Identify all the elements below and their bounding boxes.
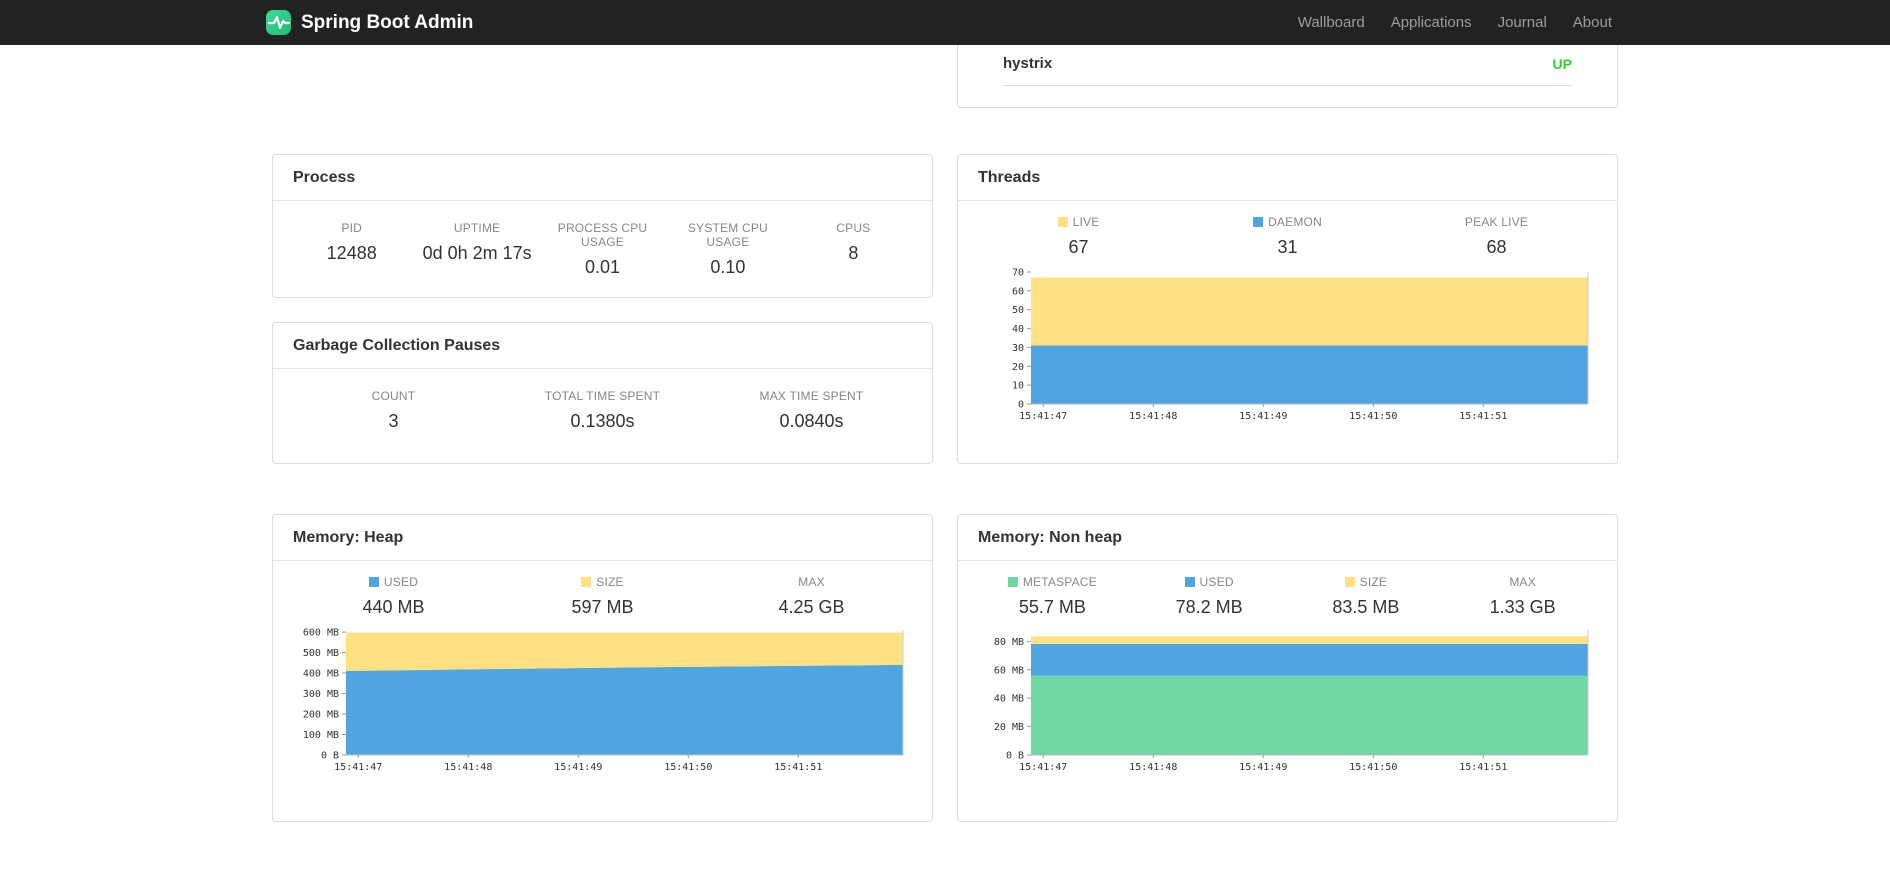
nav-item-wallboard[interactable]: Wallboard (1285, 14, 1378, 31)
metric-cpus: CPUS 8 (836, 221, 871, 263)
svg-text:15:41:51: 15:41:51 (1459, 411, 1507, 422)
legend-nonheap-size: SIZE 83.5 MB (1332, 575, 1400, 617)
gc-card-title: Garbage Collection Pauses (273, 323, 932, 369)
size-series-color-icon (1344, 577, 1355, 587)
main-content: Process PID 12488 UPTIME 0d 0h 2m 17s PR… (272, 45, 1618, 822)
svg-text:300 MB: 300 MB (303, 689, 339, 700)
nonheap-memory-chart: 0 B 20 MB 40 MB 60 MB 80 MB 15:41:47 15:41:48 1… (974, 624, 1601, 775)
legend-heap-used: USED 440 MB (362, 575, 425, 617)
legend-daemon: DAEMON 31 (1183, 215, 1392, 258)
used-series-color-icon (368, 577, 379, 587)
svg-text:50: 50 (1012, 305, 1024, 316)
svg-text:30: 30 (1012, 343, 1024, 354)
legend-heap-max: MAX 4.25 GB (778, 575, 845, 617)
memory-nonheap-card: Memory: Non heap METASPACE 55.7 MB USED … (957, 514, 1618, 822)
application-status-card: hystrix UP (957, 45, 1618, 108)
svg-text:500 MB: 500 MB (303, 648, 339, 659)
svg-text:15:41:49: 15:41:49 (1239, 762, 1287, 773)
threads-card: Threads LIVE 67 DAEMON 31 PEAK LIVE 68 0… (957, 154, 1618, 464)
svg-text:15:41:50: 15:41:50 (1349, 411, 1397, 422)
nav-item-about[interactable]: About (1560, 14, 1625, 31)
svg-text:60: 60 (1012, 286, 1024, 297)
metric-process-cpu: PROCESS CPU USAGE 0.01 (557, 221, 648, 277)
memory-heap-card: Memory: Heap USED 440 MB SIZE 597 MB MAX… (272, 514, 933, 822)
legend-nonheap-max: MAX 1.33 GB (1489, 575, 1556, 617)
status-badge: UP (1552, 55, 1572, 72)
metric-gc-count: COUNT 3 (371, 389, 416, 431)
memory-nonheap-card-title: Memory: Non heap (958, 515, 1617, 561)
heap-memory-chart: 0 B 100 MB 200 MB 300 MB 400 MB 500 MB 600 MB 1… (289, 624, 916, 775)
nav-item-journal[interactable]: Journal (1485, 14, 1560, 31)
svg-text:70: 70 (1012, 268, 1024, 279)
metric-gc-total-time: TOTAL TIME SPENT 0.1380s (544, 389, 661, 431)
live-series-color-icon (1057, 217, 1068, 227)
svg-text:60 MB: 60 MB (994, 665, 1024, 676)
legend-live: LIVE 67 (974, 215, 1183, 258)
daemon-series-color-icon (1253, 217, 1264, 227)
svg-text:15:41:47: 15:41:47 (334, 762, 382, 773)
svg-text:40 MB: 40 MB (994, 694, 1024, 705)
process-card: Process PID 12488 UPTIME 0d 0h 2m 17s PR… (272, 154, 933, 298)
right-column: hystrix UP Threads LIVE 67 DAEMON 31 PEA… (957, 45, 1618, 822)
brand-title: Spring Boot Admin (301, 11, 474, 33)
svg-text:20: 20 (1012, 362, 1024, 373)
size-series-color-icon (581, 577, 592, 587)
brand-link[interactable]: Spring Boot Admin (265, 9, 473, 36)
process-card-title: Process (273, 155, 932, 201)
metaspace-series-color-icon (1007, 577, 1018, 587)
legend-peak-live: PEAK LIVE 68 (1464, 215, 1529, 257)
health-indicator-name: hystrix (1003, 55, 1053, 72)
svg-text:15:41:48: 15:41:48 (1129, 762, 1177, 773)
svg-text:100 MB: 100 MB (303, 730, 339, 741)
svg-text:80 MB: 80 MB (994, 637, 1024, 648)
svg-text:15:41:49: 15:41:49 (1239, 411, 1287, 422)
svg-text:15:41:47: 15:41:47 (1019, 411, 1067, 422)
status-row-hystrix[interactable]: hystrix UP (1003, 45, 1572, 86)
metric-gc-max-time: MAX TIME SPENT 0.0840s (759, 389, 864, 431)
memory-heap-card-title: Memory: Heap (273, 515, 932, 561)
threads-card-title: Threads (958, 155, 1617, 201)
svg-text:400 MB: 400 MB (303, 669, 339, 680)
svg-text:15:41:49: 15:41:49 (554, 762, 602, 773)
svg-text:0 B: 0 B (1006, 751, 1024, 762)
svg-text:15:41:51: 15:41:51 (774, 762, 822, 773)
threads-chart: 0 10 20 30 40 50 60 70 15:41:47 15:41:48 15:41:49 1… (974, 266, 1601, 424)
svg-text:15:41:50: 15:41:50 (664, 762, 712, 773)
gc-pauses-card: Garbage Collection Pauses COUNT 3 TOTAL … (272, 322, 933, 464)
legend-metaspace: METASPACE 55.7 MB (974, 575, 1131, 618)
svg-text:15:41:48: 15:41:48 (444, 762, 492, 773)
svg-text:200 MB: 200 MB (303, 710, 339, 721)
svg-text:20 MB: 20 MB (994, 722, 1024, 733)
legend-nonheap-used: USED 78.2 MB (1175, 575, 1243, 617)
metric-system-cpu: SYSTEM CPU USAGE 0.10 (687, 221, 768, 277)
spring-boot-admin-logo-icon (265, 9, 292, 36)
nav-links: Wallboard Applications Journal About (1285, 14, 1625, 31)
used-series-color-icon (1184, 577, 1195, 587)
svg-text:15:41:50: 15:41:50 (1349, 762, 1397, 773)
svg-text:0: 0 (1018, 400, 1024, 411)
navbar: Spring Boot Admin Wallboard Applications… (0, 0, 1890, 45)
legend-heap-size: SIZE 597 MB (571, 575, 634, 617)
nav-item-applications[interactable]: Applications (1378, 14, 1485, 31)
metric-uptime: UPTIME 0d 0h 2m 17s (422, 221, 532, 263)
svg-text:15:41:51: 15:41:51 (1459, 762, 1507, 773)
svg-text:15:41:47: 15:41:47 (1019, 762, 1067, 773)
left-column: Process PID 12488 UPTIME 0d 0h 2m 17s PR… (272, 45, 933, 822)
svg-text:15:41:48: 15:41:48 (1129, 411, 1177, 422)
svg-text:0 B: 0 B (321, 751, 339, 762)
svg-text:40: 40 (1012, 324, 1024, 335)
metric-pid: PID 12488 (326, 221, 377, 263)
svg-text:10: 10 (1012, 381, 1024, 392)
svg-text:600 MB: 600 MB (303, 628, 339, 639)
